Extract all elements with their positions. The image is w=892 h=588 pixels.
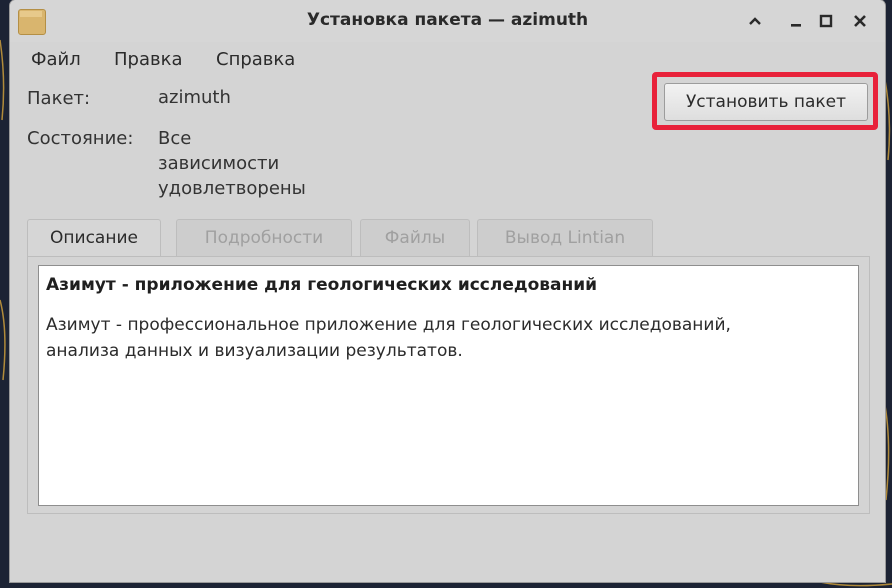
description-body: Азимут - профессиональное приложение для… [46,312,846,364]
close-icon[interactable] [848,10,872,32]
status-label: Состояние: [27,128,134,149]
menu-help[interactable]: Справка [216,49,295,70]
package-installer-window: Установка пакета — azimuth Файл Правка С… [10,0,885,582]
package-name: azimuth [158,87,231,108]
description-line: Азимут - профессиональное приложение для… [46,315,731,335]
description-heading: Азимут - приложение для геологических ис… [46,275,598,295]
status-line: Все [158,128,192,149]
status-line: зависимости [158,153,280,174]
title-bar[interactable]: Установка пакета — azimuth [10,0,885,42]
package-label: Пакет: [27,88,91,109]
tab-files[interactable]: Файлы [360,219,470,256]
description-textview[interactable]: Азимут - приложение для геологических ис… [38,265,859,506]
tab-details[interactable]: Подробности [176,219,352,256]
maximize-icon[interactable] [814,10,838,32]
install-package-button[interactable]: Установить пакет [664,83,868,121]
menu-bar: Файл Правка Справка [10,44,885,74]
tab-description[interactable]: Описание [27,219,161,259]
menu-edit[interactable]: Правка [114,49,183,70]
status-line: удовлетворены [158,178,306,199]
description-line: анализа данных и визуализации результато… [46,341,463,361]
menu-file[interactable]: Файл [31,49,81,70]
status-value: Все зависимости удовлетворены [158,126,306,201]
chevron-up-icon[interactable] [743,10,767,32]
tab-lintian-output[interactable]: Вывод Lintian [477,219,653,256]
minimize-icon[interactable] [784,10,808,32]
